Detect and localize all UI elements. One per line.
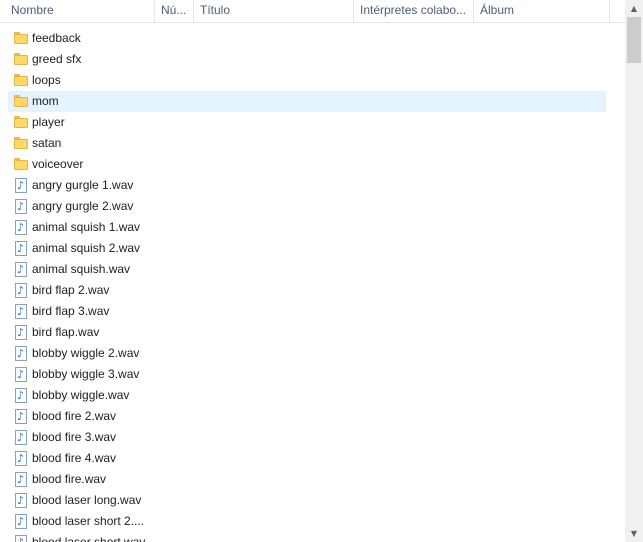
scroll-thumb[interactable]: [627, 17, 641, 63]
item-name: animal squish 2.wav: [32, 241, 141, 255]
item-name: bird flap 3.wav: [32, 304, 110, 318]
file-explorer-window: Nombre Nú... Título Intérpretes colabo..…: [0, 0, 643, 542]
item-name: angry gurgle 1.wav: [32, 178, 134, 192]
folder-row[interactable]: greed sfx: [8, 49, 606, 70]
item-name: feedback: [32, 31, 81, 45]
chevron-down-icon[interactable]: ▼: [625, 525, 643, 542]
file-row[interactable]: ♪ animal squish 2.wav: [8, 238, 606, 259]
file-row[interactable]: ♪ blobby wiggle 2.wav: [8, 343, 606, 364]
audio-file-icon: ♪: [15, 178, 27, 193]
chevron-up-icon[interactable]: ▲: [625, 0, 643, 17]
file-row[interactable]: ♪ blobby wiggle 3.wav: [8, 364, 606, 385]
column-header-number[interactable]: Nú...: [155, 0, 194, 22]
folder-row[interactable]: player: [8, 112, 606, 133]
folder-icon: [14, 137, 28, 149]
column-header-name[interactable]: Nombre: [5, 0, 155, 22]
item-name: satan: [32, 136, 62, 150]
audio-file-icon: ♪: [15, 262, 27, 277]
audio-file-icon: ♪: [15, 199, 27, 214]
file-row[interactable]: ♪ bird flap.wav: [8, 322, 606, 343]
item-name: blobby wiggle.wav: [32, 388, 130, 402]
folder-icon: [14, 95, 28, 107]
audio-file-icon: ♪: [15, 346, 27, 361]
column-header-title[interactable]: Título: [194, 0, 354, 22]
audio-file-icon: ♪: [15, 535, 27, 542]
folder-row[interactable]: mom: [8, 91, 606, 112]
item-name: blood fire.wav: [32, 472, 107, 486]
item-name: blood fire 3.wav: [32, 430, 117, 444]
audio-file-icon: ♪: [15, 451, 27, 466]
audio-file-icon: ♪: [15, 325, 27, 340]
item-name: blood laser short 2....: [32, 514, 145, 528]
file-row[interactable]: ♪ blood fire 2.wav: [8, 406, 606, 427]
item-name: blobby wiggle 3.wav: [32, 367, 140, 381]
file-row[interactable]: ♪ angry gurgle 1.wav: [8, 175, 606, 196]
file-row[interactable]: ♪ blobby wiggle.wav: [8, 385, 606, 406]
audio-file-icon: ♪: [15, 220, 27, 235]
audio-file-icon: ♪: [15, 304, 27, 319]
item-name: angry gurgle 2.wav: [32, 199, 134, 213]
folder-icon: [14, 116, 28, 128]
folder-icon: [14, 32, 28, 44]
file-row[interactable]: ♪ animal squish.wav: [8, 259, 606, 280]
item-name: animal squish 1.wav: [32, 220, 141, 234]
item-name: blood laser short.wav: [32, 535, 146, 542]
file-row[interactable]: ♪ blood laser short.wav: [8, 532, 606, 542]
file-row[interactable]: ♪ blood laser long.wav: [8, 490, 606, 511]
audio-file-icon: ♪: [15, 472, 27, 487]
audio-file-icon: ♪: [15, 388, 27, 403]
item-name: greed sfx: [32, 52, 82, 66]
file-row[interactable]: ♪ blood fire 3.wav: [8, 427, 606, 448]
folder-row[interactable]: loops: [8, 70, 606, 91]
item-name: blood fire 2.wav: [32, 409, 117, 423]
file-row[interactable]: ♪ blood fire.wav: [8, 469, 606, 490]
file-row[interactable]: ♪ bird flap 3.wav: [8, 301, 606, 322]
column-header-artists[interactable]: Intérpretes colabo...: [354, 0, 474, 22]
file-list: feedback greed sfx loops mom player satan voic…: [0, 28, 625, 542]
audio-file-icon: ♪: [15, 430, 27, 445]
file-row[interactable]: ♪ blood laser short 2....: [8, 511, 606, 532]
item-name: blood laser long.wav: [32, 493, 142, 507]
file-row[interactable]: ♪ bird flap 2.wav: [8, 280, 606, 301]
item-name: voiceover: [32, 157, 84, 171]
file-row[interactable]: ♪ angry gurgle 2.wav: [8, 196, 606, 217]
audio-file-icon: ♪: [15, 367, 27, 382]
folder-icon: [14, 53, 28, 65]
item-name: bird flap.wav: [32, 325, 100, 339]
audio-file-icon: ♪: [15, 241, 27, 256]
folder-row[interactable]: feedback: [8, 28, 606, 49]
column-header: Nombre Nú... Título Intérpretes colabo..…: [0, 0, 625, 23]
folder-icon: [14, 74, 28, 86]
folder-icon: [14, 158, 28, 170]
folder-row[interactable]: satan: [8, 133, 606, 154]
audio-file-icon: ♪: [15, 514, 27, 529]
item-name: bird flap 2.wav: [32, 283, 110, 297]
item-name: blobby wiggle 2.wav: [32, 346, 140, 360]
item-name: mom: [32, 94, 59, 108]
item-name: loops: [32, 73, 61, 87]
column-header-album[interactable]: Álbum: [474, 0, 610, 22]
folder-row[interactable]: voiceover: [8, 154, 606, 175]
file-row[interactable]: ♪ blood fire 4.wav: [8, 448, 606, 469]
item-name: blood fire 4.wav: [32, 451, 117, 465]
audio-file-icon: ♪: [15, 283, 27, 298]
file-row[interactable]: ♪ animal squish 1.wav: [8, 217, 606, 238]
item-name: player: [32, 115, 65, 129]
item-name: animal squish.wav: [32, 262, 131, 276]
vertical-scrollbar[interactable]: ▲ ▼: [625, 0, 643, 542]
audio-file-icon: ♪: [15, 493, 27, 508]
audio-file-icon: ♪: [15, 409, 27, 424]
